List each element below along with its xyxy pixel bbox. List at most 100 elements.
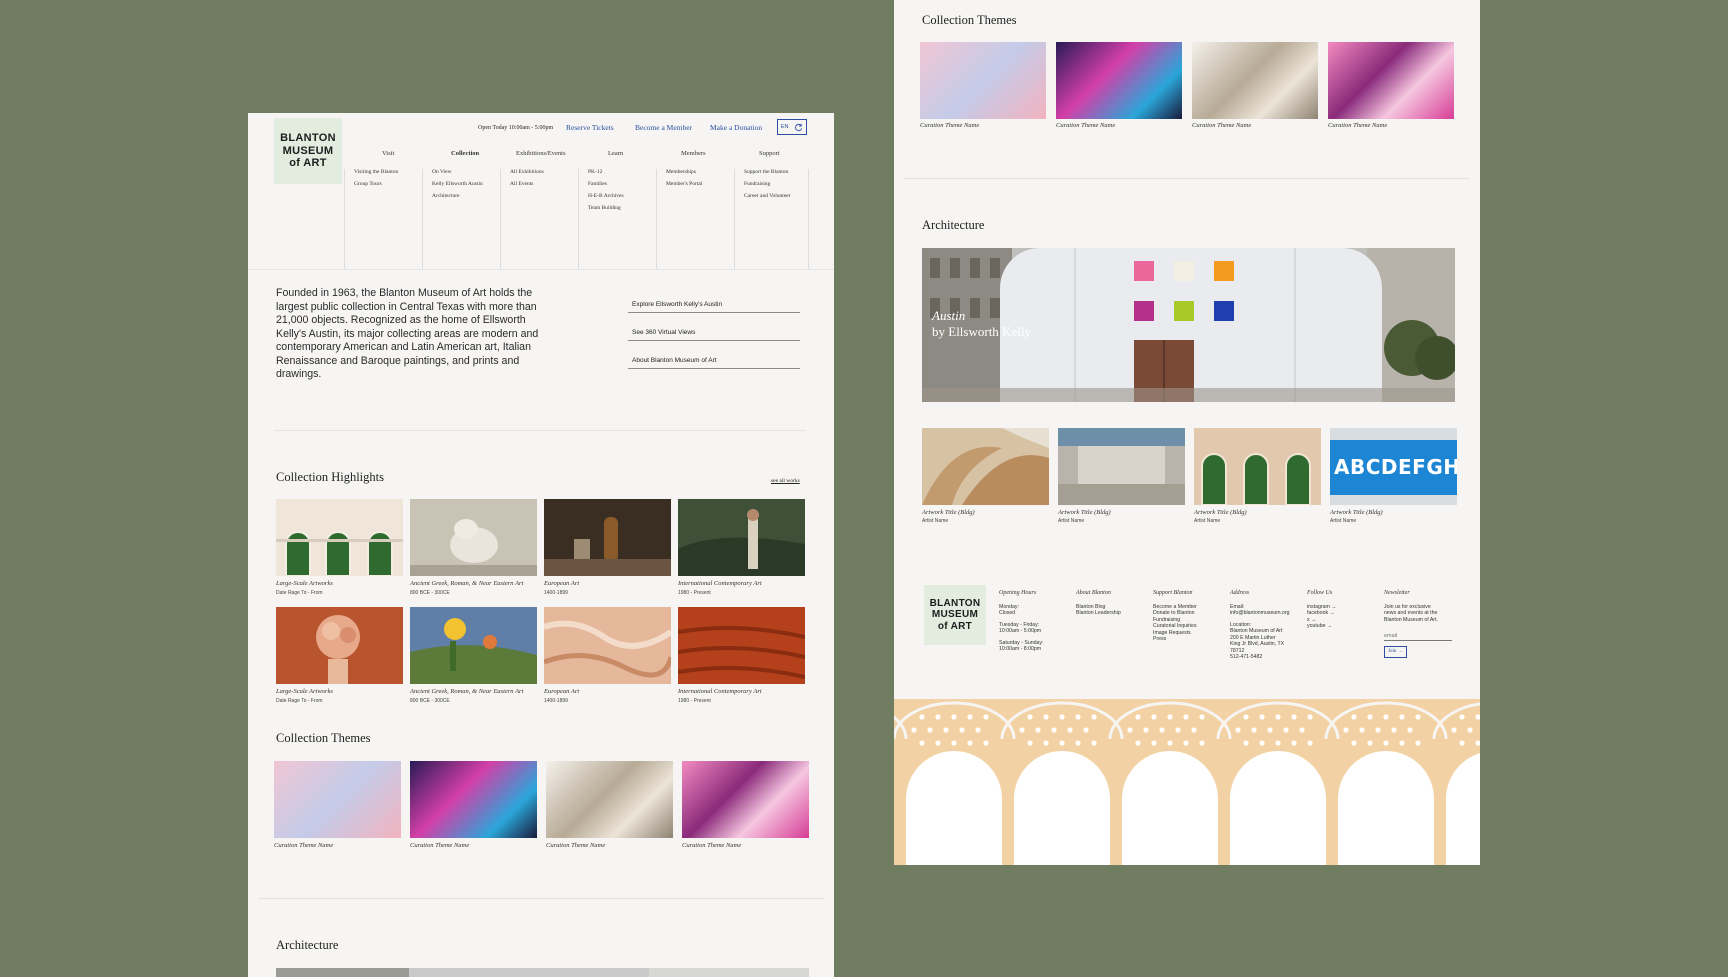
theme-image-cosmic[interactable] [410,761,537,838]
highlight-image-flower-head[interactable] [276,607,403,684]
footer-follow-heading: Follow Us [1307,590,1333,596]
highlight-image-fantasy-landscape[interactable] [410,607,537,684]
language-toggle[interactable]: EN [777,119,807,135]
nav-submenu-item[interactable]: Kelly Ellsworth Austin [423,181,500,187]
theme-image-pink-swirl[interactable] [1328,42,1454,119]
nav-exhibitions-events[interactable]: Exhibitions/Events [516,150,565,157]
nav-members[interactable]: Members [681,150,706,157]
header-divider [248,269,834,270]
intro-paragraph: Founded in 1963, the Blanton Museum of A… [276,287,539,380]
reserve-tickets-link[interactable]: Reserve Tickets [566,123,614,132]
explore-austin-link[interactable]: Explore Ellsworth Kelly's Austin [628,301,800,313]
nav-submenu-item[interactable]: Families [579,181,656,187]
nav-submenu-item[interactable]: On View [423,169,500,175]
highlight-date: 1980 - Present [678,590,711,596]
architecture-image-arches[interactable] [1194,428,1321,505]
footer-newsletter: Newsletter Join us for exclusive news an… [1384,590,1454,659]
section-divider [904,178,1470,179]
hero-subtitle: by Ellsworth Kelly [932,324,1031,339]
theme-image-pink-swirl[interactable] [682,761,809,838]
logo-line2: MUSEUM [931,609,979,621]
collection-highlights-heading: Collection Highlights [276,470,384,484]
highlight-image-marble-texture[interactable] [544,607,671,684]
highlight-title: Large-Scale Artworks [276,688,333,695]
museum-logo[interactable]: BLANTON MUSEUM of ART [274,118,342,184]
about-blanton-link[interactable]: About Blanton Museum of Art [628,357,800,369]
homepage-panel-lower: Collection Themes Curation Theme Name Cu… [894,0,1480,865]
newsletter-text: Join us for exclusive news and events at… [1384,603,1438,623]
theme-name: Curation Theme Name [1056,122,1116,129]
nav-column-divider [808,169,809,269]
nav-submenu-item[interactable]: Support the Blanton [735,169,812,175]
artwork-artist: Artist Name [1330,518,1357,524]
highlight-title: Ancient Greek, Roman, & Near Eastern Art [410,688,524,695]
nav-submenu-column: Visiting the Blanton Group Tours [344,169,422,269]
theme-image-cosmic[interactable] [1056,42,1182,119]
highlight-title: International Contemporary Art [678,688,762,695]
footer-link[interactable]: Curatorial Inquiries [1153,623,1197,630]
nav-submenu-item[interactable]: Member's Portal [657,181,734,187]
make-donation-link[interactable]: Make a Donation [710,123,762,132]
footer-about: About Blanton Blanton Blog Blanton Leader… [1076,590,1121,617]
theme-image-pastel[interactable] [920,42,1046,119]
highlight-image-arches[interactable] [276,499,403,576]
theme-name: Curation Theme Name [682,842,742,849]
highlight-date: 800 BCE - 300CE [410,590,450,596]
decorative-arch-pattern [894,699,1480,865]
theme-image-marble[interactable] [1192,42,1318,119]
refresh-icon [795,123,803,131]
highlight-image-figure-forest[interactable] [678,499,805,576]
nav-submenu-item[interactable]: Team Building [579,205,656,211]
nav-submenu-item[interactable]: Visiting the Blanton [345,169,422,175]
footer-link: King Jr Blvd, Austin, TX [1230,641,1285,647]
nav-learn[interactable]: Learn [608,150,623,157]
highlight-title: European Art [544,688,580,695]
section-divider [258,898,824,899]
virtual-views-link[interactable]: See 360 Virtual Views [628,329,800,341]
become-member-link[interactable]: Become a Member [635,123,692,132]
nav-submenu-item[interactable]: Memberships [657,169,734,175]
nav-submenu-column: Memberships Member's Portal [656,169,734,269]
footer-address-heading: Address [1230,590,1250,596]
see-all-works-link[interactable]: see all works [771,478,800,484]
nav-submenu-item[interactable]: H-E-B Archives [579,193,656,199]
highlight-image-still-life[interactable] [544,499,671,576]
nav-support[interactable]: Support [759,150,780,157]
newsletter-join-button[interactable]: Join → [1384,646,1407,659]
footer-link[interactable]: Press [1153,636,1197,643]
nav-submenu-column: Support the Blanton Fundraising Career and… [734,169,812,269]
architecture-hero-preview[interactable] [276,968,809,977]
collection-themes-heading: Collection Themes [922,13,1017,27]
footer-link[interactable]: youtube → [1307,623,1336,630]
nav-submenu-item[interactable]: All Events [501,181,578,187]
nav-submenu-item[interactable]: All Exhibitions [501,169,578,175]
footer-link[interactable]: facebook → [1307,610,1336,617]
austin-hero-image[interactable]: Austin by Ellsworth Kelly [922,248,1455,402]
nav-collection[interactable]: Collection [451,150,479,157]
nav-submenu-item[interactable]: PK-12 [579,169,656,175]
theme-name: Curation Theme Name [920,122,980,129]
newsletter-email-input[interactable] [1384,632,1452,641]
footer-logo[interactable]: BLANTON MUSEUM of ART [924,585,986,645]
nav-submenu-item[interactable]: Group Tours [345,181,422,187]
footer-address: Address Email: info@blantonmuseum.org Loca… [1230,590,1289,661]
footer-link[interactable]: Blanton Leadership [1076,610,1121,617]
footer-link[interactable]: Donate to Blanton [1153,610,1197,617]
highlight-image-sculpture[interactable] [410,499,537,576]
nav-submenu-item[interactable]: Fundraising [735,181,812,187]
language-label: EN [780,124,789,130]
highlight-image-red-dunes[interactable] [678,607,805,684]
footer-hours-heading: Opening Hours [999,590,1037,596]
theme-image-marble[interactable] [546,761,673,838]
theme-name: Curation Theme Name [410,842,470,849]
artwork-title: Artwork Title (Bldg) [922,509,975,516]
footer-hours: Opening Hours Monday: Closed Tuesday - Fri… [999,590,1043,653]
architecture-image-gallery[interactable] [1058,428,1185,505]
theme-image-pastel[interactable] [274,761,401,838]
nav-visit[interactable]: Visit [382,150,394,157]
highlight-title: European Art [544,580,580,587]
architecture-image-alphabet-mural[interactable]: ABCDEFGHI [1330,428,1457,505]
architecture-image-shell[interactable] [922,428,1049,505]
nav-submenu-item[interactable]: Career and Volunteer [735,193,812,199]
nav-submenu-item[interactable]: Architecture [423,193,500,199]
